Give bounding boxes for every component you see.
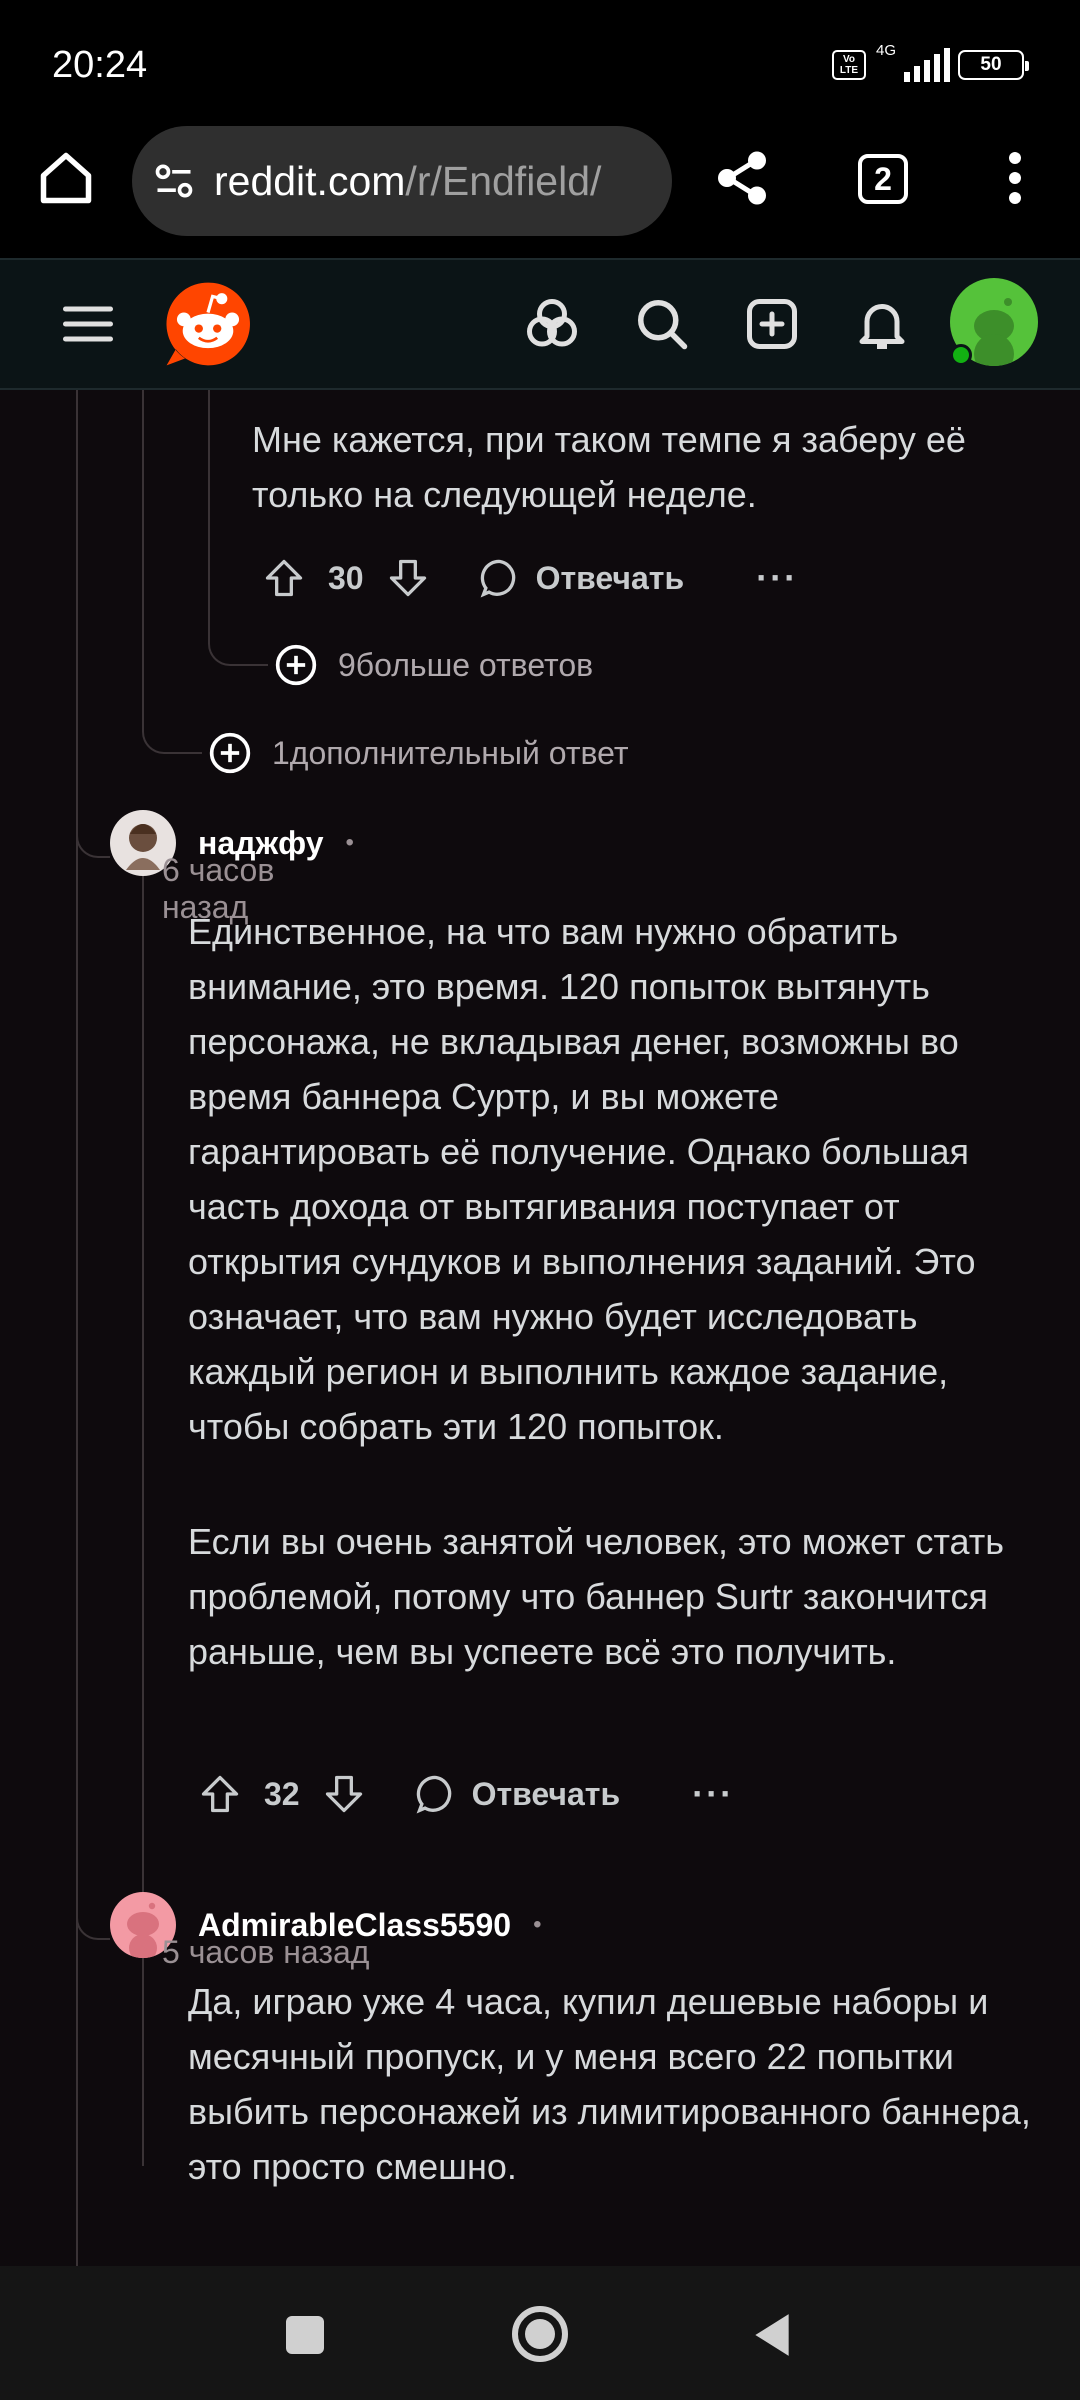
- notifications-icon[interactable]: [852, 294, 912, 354]
- more-replies-label: 9больше ответов: [338, 646, 594, 683]
- address-bar[interactable]: reddit.com/r/Endfield/: [132, 126, 672, 236]
- thread-line-root: [76, 390, 78, 2266]
- more-replies-button[interactable]: 1дополнительный ответ: [208, 728, 629, 778]
- comment-body: Мне кажется, при таком темпе я заберу её…: [252, 419, 966, 515]
- comment-body: Единственное, на что вам нужно обратить …: [188, 911, 976, 1447]
- battery-level: 50: [980, 54, 1002, 75]
- volte-icon: Vo LTE: [832, 50, 866, 80]
- upvote-icon[interactable]: [198, 1772, 242, 1816]
- menu-icon[interactable]: [1000, 148, 1030, 208]
- network-type: 4G: [876, 42, 897, 59]
- more-replies-label: 1дополнительный ответ: [272, 734, 629, 771]
- url-domain: reddit.com: [214, 157, 406, 204]
- comment-header: AdmirableClass5590 • 5 часов назад: [110, 1890, 551, 1970]
- home-icon[interactable]: [36, 148, 96, 208]
- create-post-icon[interactable]: [742, 294, 802, 354]
- recents-button[interactable]: [286, 2316, 324, 2354]
- signal-icon: 4G: [876, 42, 950, 82]
- reply-button[interactable]: Отвечать: [478, 556, 685, 600]
- reply-button[interactable]: Отвечать: [414, 1772, 621, 1816]
- downvote-icon[interactable]: [322, 1772, 366, 1816]
- thread-connector: [76, 1890, 110, 1940]
- url-path: /r/Endfield/: [405, 157, 602, 204]
- upvote-icon[interactable]: [262, 556, 306, 600]
- comment-actions: 30 Отвечать ···: [262, 548, 798, 608]
- thread-connector: [76, 810, 110, 858]
- status-bar: 20:24 Vo LTE 4G 50: [0, 0, 1080, 120]
- system-nav-bar: [0, 2266, 1080, 2400]
- comment-icon: [416, 1775, 451, 1814]
- comment-icon: [480, 559, 515, 598]
- status-time: 20:24: [52, 44, 148, 86]
- reply-label: Отвечать: [535, 559, 685, 596]
- comment-actions: 32 Отвечать ···: [198, 1764, 734, 1824]
- thread-connector: [142, 690, 202, 754]
- battery-icon: 50: [958, 50, 1029, 80]
- more-replies-button[interactable]: 9больше ответов: [274, 640, 593, 690]
- reddit-logo[interactable]: [162, 278, 254, 370]
- share-icon[interactable]: [712, 148, 772, 208]
- comments-thread: Мне кажется, при таком темпе я заберу её…: [0, 390, 1080, 2266]
- tabs-icon[interactable]: 2: [858, 154, 908, 204]
- online-indicator: [950, 344, 972, 366]
- status-icons: Vo LTE 4G 50: [832, 42, 1029, 82]
- comment-body: Если вы очень занятой человек, это может…: [188, 1521, 1005, 1672]
- comment-time: 5 часов назад: [162, 1934, 370, 1970]
- downvote-icon[interactable]: [386, 556, 430, 600]
- search-icon[interactable]: [632, 294, 692, 354]
- more-options-button[interactable]: ···: [692, 1773, 734, 1815]
- communities-icon[interactable]: [522, 294, 582, 354]
- home-button[interactable]: [510, 2304, 570, 2364]
- separator-dot: •: [533, 1911, 542, 1938]
- hamburger-icon[interactable]: [58, 294, 118, 354]
- comment-body: Да, играю уже 4 часа, купил дешевые набо…: [188, 1981, 1031, 2187]
- vote-score: 32: [264, 1775, 300, 1812]
- more-options-button[interactable]: ···: [756, 557, 798, 599]
- comment-header: наджфу • 6 часов назад: [110, 808, 364, 925]
- plus-circle-icon: [275, 644, 317, 686]
- site-settings-icon[interactable]: [152, 159, 196, 203]
- vote-score: 30: [328, 559, 364, 596]
- thread-line-comment1: [142, 856, 144, 2166]
- thread-line-level2: [142, 390, 144, 730]
- plus-circle-icon: [209, 732, 251, 774]
- reply-label: Отвечать: [471, 1775, 621, 1812]
- browser-toolbar: reddit.com/r/Endfield/ 2: [0, 120, 1080, 258]
- back-button[interactable]: [750, 2310, 794, 2360]
- reddit-header: [0, 258, 1080, 390]
